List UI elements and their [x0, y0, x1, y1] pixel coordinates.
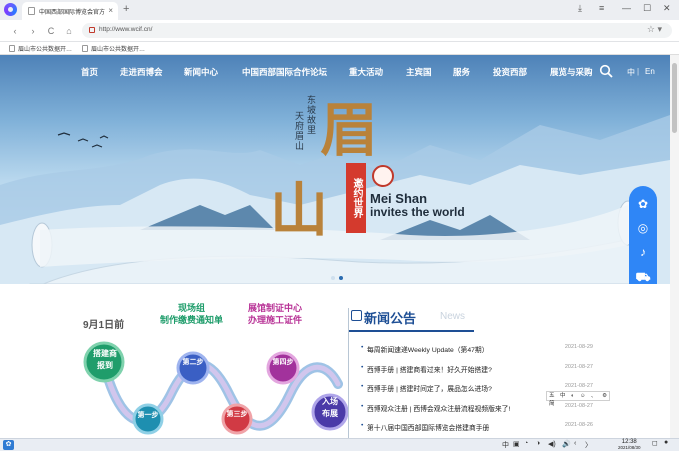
hero-char-shan: 山: [270, 176, 329, 244]
home-button[interactable]: ⌂: [62, 24, 76, 38]
meishan-emblem-icon: [372, 165, 394, 187]
carousel-dot-active[interactable]: [339, 276, 343, 280]
step-1-label: 第一步: [137, 412, 159, 419]
content-section: 9月1日前 现场组 制作缴费通知单 展馆制证中心 办理施工证件 搭建商 报到 第…: [0, 284, 670, 438]
hero-slogan-tianfu: 天府眉山: [293, 111, 303, 151]
volume-icon[interactable]: ◀): [548, 440, 556, 448]
step-checkin-label: 搭建商 报到: [93, 349, 117, 370]
page-favicon-icon: [28, 7, 35, 15]
news-item-title[interactable]: 西博手册 | 搭建时间定了，展品怎么进场?: [367, 383, 549, 393]
nav-guest-country[interactable]: 主宾国: [406, 66, 432, 78]
tray-network-icon[interactable]: ◑: [536, 440, 540, 447]
lang-chinese-link[interactable]: 中: [627, 67, 635, 78]
browser-tab-bar: 中国西部国际博览会官方 × + ⤓ ≡ — ☐ ✕: [0, 0, 679, 20]
insecure-lock-icon: [89, 27, 95, 33]
bookmark-item[interactable]: 眉山市公共数据开…: [9, 44, 72, 53]
news-item-title[interactable]: 西博观众注册 | 西博会观众注册流程视频版来了!: [367, 403, 549, 413]
nav-invest-west[interactable]: 投资西部: [493, 66, 527, 78]
nav-about-expo[interactable]: 走进西博会: [120, 66, 163, 78]
tab-wcif[interactable]: 中国西部国际博览会官方 ×: [22, 2, 118, 20]
page-icon: [82, 45, 88, 52]
tray-app-icon[interactable]: ▣: [513, 440, 520, 448]
news-item[interactable]: 西博手册 | 搭建商看过来！好久开始搭建? 2021-08-27: [361, 363, 593, 384]
hero-char-mei: 眉: [320, 96, 379, 164]
taskbar-clock[interactable]: 12:38 2021/08/30: [618, 439, 641, 451]
back-button[interactable]: ‹: [8, 24, 22, 38]
hero-meishan-text: Mei Shan: [370, 191, 428, 206]
tab-close-icon[interactable]: ×: [108, 6, 113, 15]
nav-home[interactable]: 首页: [81, 66, 98, 78]
news-list-icon: [351, 310, 362, 321]
news-item-title[interactable]: 西博手册 | 搭建商看过来！好久开始搭建?: [367, 364, 549, 374]
news-item-date: 2021-08-27: [564, 402, 593, 409]
ime-toolbar[interactable]: 五 中 ◐ ☺ 、 ⚙ 简: [546, 391, 610, 407]
bookmark-star-icon[interactable]: ☆ ▾: [647, 24, 662, 35]
weibo-icon[interactable]: ◎: [638, 221, 648, 235]
nav-cooperation-forum[interactable]: 中国西部国际合作论坛: [242, 66, 327, 78]
minimize-button[interactable]: —: [622, 3, 631, 13]
news-item-title[interactable]: 每周新闻速递Weekly Update（第47期）: [367, 344, 549, 354]
news-underline: [349, 330, 474, 332]
address-bar-row: ‹ › C ⌂ http://www.wcif.cn/ ☆ ▾: [0, 20, 679, 42]
tray-sync-icon[interactable]: ◔: [524, 440, 528, 447]
news-item-title[interactable]: 第十八届中国西部国际博览会搭建商手册: [367, 422, 549, 432]
clock-date: 2021/08/30: [618, 445, 641, 450]
page-icon: [9, 45, 15, 52]
download-icon[interactable]: ⤓: [578, 3, 582, 14]
bell-icon[interactable]: ●: [664, 439, 668, 446]
carousel-dot[interactable]: [331, 276, 335, 280]
close-window-button[interactable]: ✕: [663, 3, 671, 14]
start-menu-icon[interactable]: ✿: [3, 440, 14, 450]
news-item-date: 2021-08-27: [564, 383, 593, 389]
news-title-en: News: [440, 311, 466, 322]
step-3-label: 第三步: [226, 411, 248, 418]
news-title[interactable]: 新闻公告: [364, 308, 416, 327]
new-tab-button[interactable]: +: [123, 3, 129, 15]
news-item[interactable]: 西博观众注册 | 西博会观众注册流程视频版来了! 2021-08-27: [361, 402, 593, 423]
tray-expand-icon[interactable]: ‹: [574, 440, 576, 447]
tab-title: 中国西部国际博览会官方: [39, 10, 105, 16]
tray-chevron-icon[interactable]: 〉: [585, 440, 592, 450]
news-item[interactable]: 每周新闻速递Weekly Update（第47期） 2021-08-29: [361, 344, 593, 364]
lang-separator: |: [637, 67, 640, 76]
nav-service[interactable]: 服务: [453, 66, 470, 78]
maximize-button[interactable]: ☐: [643, 3, 651, 14]
hero-slogan-dongpo: 东坡故里: [305, 95, 315, 135]
browser-logo-icon: [4, 3, 17, 16]
os-taskbar: ✿ 中 ▣ ◔ ◑ ◀) 🔊 ‹ 〉 12:38 2021/08/30 ◻ ●: [0, 438, 679, 451]
nav-news-center[interactable]: 新闻中心: [184, 66, 218, 78]
tiktok-icon[interactable]: ♪: [640, 245, 646, 259]
flow-head-cert-center: 展馆制证中心 办理施工证件: [248, 303, 303, 325]
forward-button[interactable]: ›: [26, 24, 40, 38]
speaker-icon[interactable]: 🔊: [562, 440, 571, 448]
news-item-date: 2021-08-26: [564, 422, 593, 428]
bookmark-item[interactable]: 眉山市公共数据开…: [82, 44, 145, 53]
nav-major-events[interactable]: 重大活动: [349, 66, 383, 78]
bookmarks-bar: 眉山市公共数据开… 眉山市公共数据开…: [0, 42, 679, 55]
hero-banner[interactable]: 首页 走进西博会 新闻中心 中国西部国际合作论坛 重大活动 主宾国 服务 投资西…: [0, 55, 670, 284]
ime-lang-icon[interactable]: 中: [502, 440, 509, 450]
step-setup-label: 入场 布展: [322, 397, 338, 418]
step-4-label: 第四步: [272, 359, 294, 366]
lang-english-link[interactable]: En: [645, 67, 655, 76]
reload-button[interactable]: C: [44, 24, 58, 38]
menu-icon[interactable]: ≡: [599, 3, 604, 13]
url-text: http://www.wcif.cn/: [99, 26, 153, 33]
news-item-date: 2021-08-27: [564, 363, 593, 370]
step-2-label: 第二步: [182, 359, 204, 366]
flow-head-site-team: 现场组 制作缴费通知单: [160, 303, 224, 325]
page-scrollbar[interactable]: [670, 55, 679, 438]
hero-invite-seal: 邀约世界: [346, 163, 366, 233]
search-icon[interactable]: [599, 64, 613, 78]
section-divider: [348, 308, 349, 438]
nav-exhibition-procurement[interactable]: 展览与采购: [550, 66, 593, 78]
setup-flow-diagram: [83, 341, 349, 435]
hero-invites-text: invites the world: [370, 205, 465, 219]
news-item-date: 2021-08-29: [564, 344, 593, 350]
scrollbar-thumb[interactable]: [672, 63, 677, 133]
url-input[interactable]: http://www.wcif.cn/ ☆ ▾: [82, 23, 672, 38]
notification-icon[interactable]: ◻: [652, 439, 658, 447]
wechat-icon[interactable]: ✿: [638, 197, 648, 211]
carousel-dots: [331, 276, 343, 280]
